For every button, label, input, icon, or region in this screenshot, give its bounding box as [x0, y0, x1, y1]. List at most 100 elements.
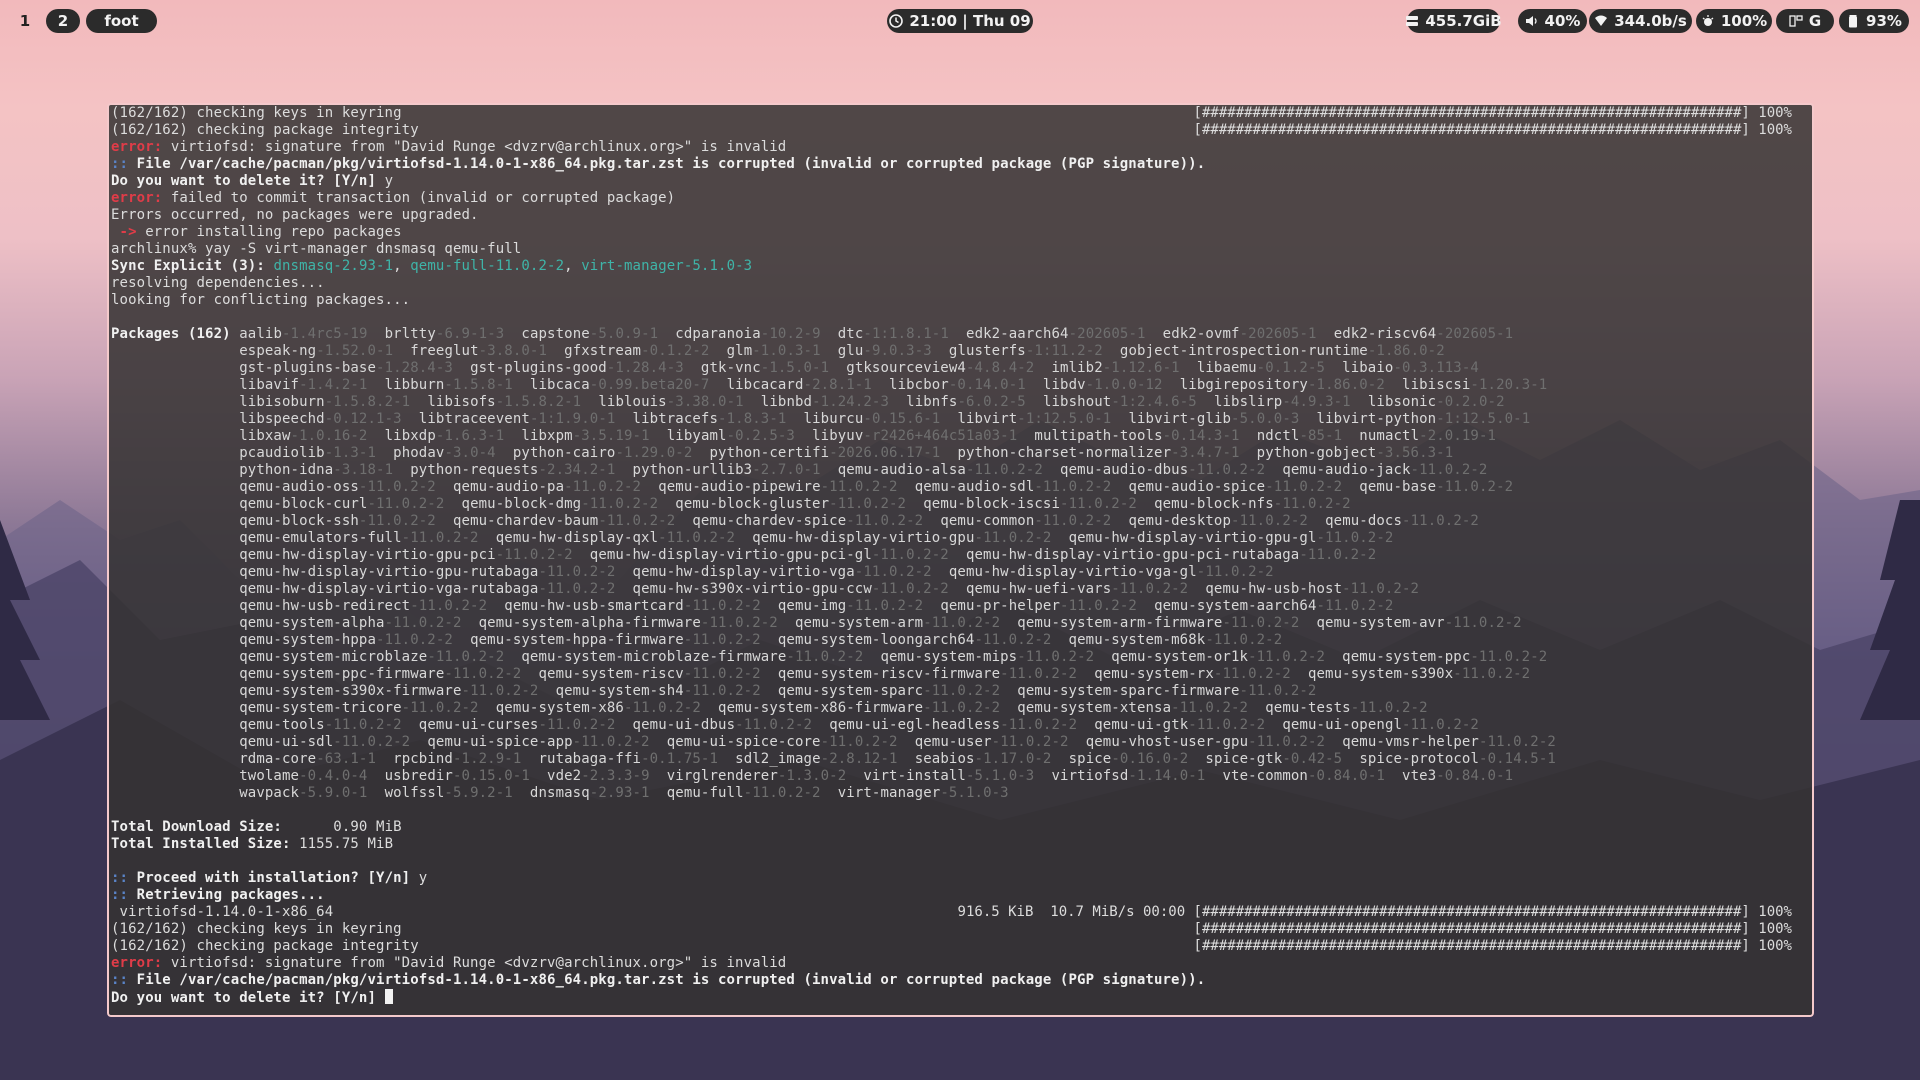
package-version: -11.0.2-2: [598, 513, 676, 529]
package-name: qemu-system-s390x: [1307, 666, 1454, 682]
package-name: qemu-hw-display-virtio-vga-rutabaga: [239, 581, 539, 597]
separator: [1043, 462, 1060, 478]
separator: [1146, 326, 1163, 342]
package-name: libvirt: [957, 411, 1018, 427]
package-name: rutabaga-ffi: [538, 751, 642, 767]
package-name: liburcu: [803, 411, 864, 427]
package-version: -1.8.3-1: [718, 411, 787, 427]
package-version: -1.3-1: [324, 445, 377, 461]
terminal-window[interactable]: (162/162) checking keys in keyring [#####…: [107, 103, 1814, 1017]
progress-line: (162/162) checking package integrity: [111, 938, 419, 955]
separator: [1265, 462, 1282, 478]
disk-widget[interactable]: 455.7GiB: [1406, 9, 1502, 33]
total-download-label: Total Download Size:: [111, 819, 282, 835]
total-installed-value: 1155.75 MiB: [290, 836, 394, 852]
package-version: -11.0.2-2: [1239, 683, 1317, 699]
package-version: -11.0.2-2: [358, 479, 436, 495]
package-name: qemu-hw-display-virtio-vga-gl: [948, 564, 1197, 580]
package-name: qemu-system-aarch64: [1154, 598, 1317, 614]
delete-prompt-line: Do you want to delete it? [Y/n]: [111, 989, 393, 1006]
package-version: -11.0.2-2: [1453, 666, 1531, 682]
separator: [1385, 768, 1402, 784]
package-name: qemu-audio-oss: [239, 479, 359, 495]
package-name: qemu-system-microblaze: [239, 649, 428, 665]
separator: [778, 615, 795, 631]
package-version: -11.0.2-2: [820, 734, 898, 750]
package-name: qemu-system-s390x-firmware: [239, 683, 462, 699]
separator: [1034, 360, 1051, 376]
separator: [530, 768, 547, 784]
package-name: vte3: [1402, 768, 1437, 784]
progress-line: (162/162) checking package integrity: [111, 122, 419, 139]
errors-occurred-line: Errors occurred, no packages were upgrad…: [111, 207, 479, 224]
package-version: -2.8.1-1: [803, 377, 872, 393]
separator: [1000, 615, 1017, 631]
shell-command: archlinux% yay -S virt-manager dnsmasq q…: [111, 241, 522, 257]
package-name: qemu-system-hppa-firmware: [470, 632, 684, 648]
package-version: -9.0.3-3: [863, 343, 932, 359]
package-name: imlib2: [1051, 360, 1103, 376]
shell-command-line: archlinux% yay -S virt-manager dnsmasq q…: [111, 241, 521, 258]
package-name: wolfssl: [384, 785, 445, 801]
package-name: virt-install: [863, 768, 966, 784]
package-name: python-certifi: [709, 445, 830, 461]
separator: [1291, 666, 1308, 682]
package-row: qemu-hw-display-virtio-vga-rutabaga-11.0…: [111, 581, 1419, 598]
package-name: qemu-system-ppc: [1342, 649, 1471, 665]
separator: [1205, 768, 1222, 784]
error-line: error: virtiofsd: signature from "David …: [111, 139, 786, 156]
volume-text: 40%: [1544, 12, 1581, 30]
separator: [949, 326, 966, 342]
package-version: -11.0.2-2: [1410, 462, 1488, 478]
separator: [1385, 377, 1402, 393]
clock-widget[interactable]: 21:00 | Thu 09: [887, 9, 1033, 33]
workspace-2-button[interactable]: 2: [46, 9, 80, 33]
package-version: -11.0.2-2: [974, 632, 1052, 648]
separator: [692, 445, 709, 461]
battery-widget[interactable]: 93%: [1839, 9, 1909, 33]
package-name: virglrenderer: [666, 768, 778, 784]
package-name: qemu-hw-display-virtio-gpu-pci-rutabaga: [965, 547, 1300, 563]
corrupted-file-message: File /var/cache/pacman/pkg/virtiofsd-1.1…: [128, 972, 1206, 988]
sync-package: qemu-full-11.0.2-2: [410, 258, 565, 274]
separator: [709, 343, 726, 359]
package-name: libisoburn: [239, 394, 325, 410]
package-name: qemu-block-gluster: [675, 496, 830, 512]
package-name: qemu-tools: [239, 717, 325, 733]
package-name: qemu-system-sparc-firmware: [1017, 683, 1240, 699]
package-version: -11.0.2-2: [683, 632, 761, 648]
separator: [1180, 360, 1197, 376]
package-name: qemu-base: [1359, 479, 1437, 495]
package-row: qemu-audio-oss-11.0.2-2 qemu-audio-pa-11…: [111, 479, 1513, 496]
package-name: qemu-user: [914, 734, 992, 750]
separator: [889, 394, 906, 410]
package-version: -202605-1: [1068, 326, 1146, 342]
separator: [1325, 360, 1342, 376]
separator: [821, 343, 838, 359]
package-version: -202605-1: [1239, 326, 1317, 342]
package-name: qemu-hw-display-virtio-gpu-pci: [239, 547, 496, 563]
separator: [650, 428, 667, 444]
package-version: -11.0.2-2: [401, 530, 479, 546]
separator: [940, 445, 957, 461]
package-name: gfxstream: [564, 343, 642, 359]
package-version: -3.8.0-1: [478, 343, 548, 359]
volume-widget[interactable]: 40%: [1518, 9, 1587, 33]
package-version: -1.0.3-1: [752, 343, 821, 359]
package-version: -3.5.19-1: [572, 428, 650, 444]
network-widget[interactable]: 344.0b/s: [1589, 9, 1692, 33]
brightness-widget[interactable]: 100%: [1696, 9, 1772, 33]
separator: [513, 785, 530, 801]
package-name: seabios: [914, 751, 975, 767]
package-name: phodav: [393, 445, 445, 461]
package-version: -11.0.2-2: [1034, 513, 1112, 529]
package-version: -11.0.2-2: [1402, 513, 1479, 529]
package-version: -5.0.0-3: [1231, 411, 1300, 427]
keyboard-layout-widget[interactable]: G: [1776, 9, 1834, 33]
workspace-1-button[interactable]: 1: [10, 9, 40, 33]
